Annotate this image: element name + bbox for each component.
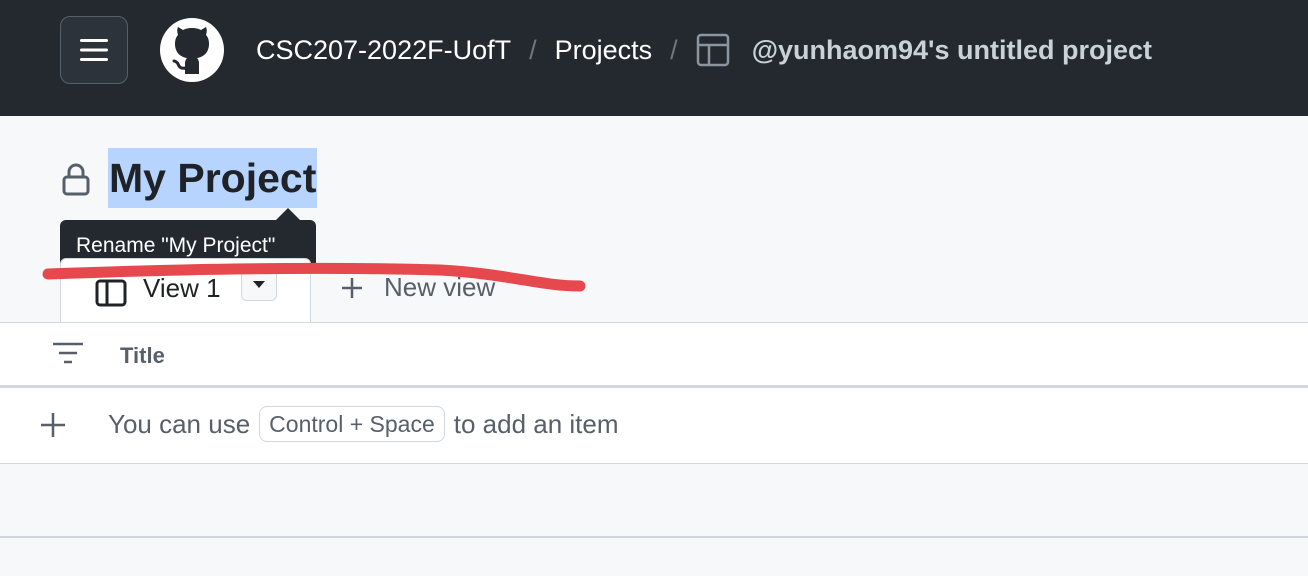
github-logo-icon[interactable] bbox=[160, 18, 224, 82]
top-navigation-bar: CSC207-2022F-UofT / Projects / @yunhaom9… bbox=[0, 0, 1308, 116]
breadcrumb: CSC207-2022F-UofT / Projects / @yunhaom9… bbox=[256, 30, 1152, 70]
add-item-hint: You can use Control + Space to add an it… bbox=[108, 406, 619, 442]
tooltip-arrow bbox=[276, 208, 300, 220]
hamburger-icon bbox=[80, 39, 108, 61]
add-item-row[interactable]: You can use Control + Space to add an it… bbox=[0, 388, 1308, 464]
breadcrumb-separator: / bbox=[670, 34, 678, 65]
breadcrumb-projects-link[interactable]: Projects bbox=[555, 35, 653, 66]
hamburger-menu-button[interactable] bbox=[60, 16, 128, 84]
project-table-icon bbox=[696, 33, 729, 67]
tooltip-text: Rename "My Project" bbox=[76, 234, 276, 257]
breadcrumb-org-link[interactable]: CSC207-2022F-UofT bbox=[256, 35, 511, 66]
hint-suffix: to add an item bbox=[453, 408, 619, 439]
hint-prefix: You can use bbox=[108, 408, 251, 439]
project-title-selection[interactable]: My Project bbox=[108, 148, 318, 208]
plus-icon[interactable] bbox=[40, 412, 66, 438]
page-title[interactable]: My Project bbox=[109, 155, 316, 201]
filter-icon[interactable] bbox=[52, 341, 84, 365]
column-header-title[interactable]: Title bbox=[120, 343, 165, 369]
lock-icon bbox=[62, 163, 90, 196]
keyboard-shortcut: Control + Space bbox=[259, 406, 445, 442]
breadcrumb-separator: / bbox=[529, 34, 537, 65]
table-header-row: Title bbox=[0, 322, 1308, 388]
breadcrumb-current-project[interactable]: @yunhaom94's untitled project bbox=[752, 35, 1152, 66]
divider bbox=[0, 536, 1308, 538]
annotation-underline-stroke bbox=[42, 262, 586, 292]
